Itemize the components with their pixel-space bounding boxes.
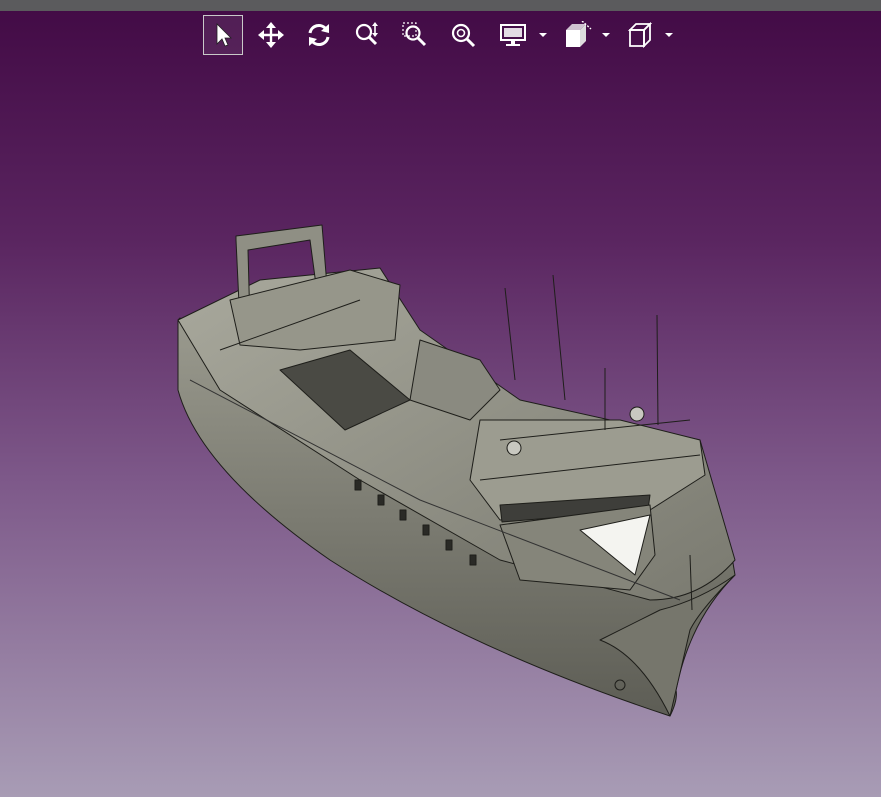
window-top-bar [0,0,881,11]
viewer-toolbar [0,15,881,55]
cube-icon [627,21,653,49]
zoom-icon [355,22,378,46]
pointer-icon [216,23,232,47]
view-cube-button[interactable] [621,15,659,55]
zoom-window-tool-button[interactable] [395,15,435,55]
view-cube-dropdown[interactable] [665,15,677,55]
zoom-fit-icon [451,23,476,48]
move-arrows-icon [258,22,284,48]
section-button[interactable] [558,15,596,55]
section-dropdown[interactable] [602,15,614,55]
zoom-tool-button[interactable] [347,15,387,55]
zoom-fit-tool-button[interactable] [443,15,483,55]
select-tool-button[interactable] [203,15,243,55]
section-icon [566,21,592,47]
display-mode-dropdown[interactable] [539,15,551,55]
chevron-down-icon [539,33,547,37]
3d-viewport[interactable] [0,55,881,797]
chevron-down-icon [665,33,673,37]
chevron-down-icon [602,33,610,37]
monitor-icon [500,24,526,46]
rotate-tool-button[interactable] [299,15,339,55]
pan-tool-button[interactable] [251,15,291,55]
display-mode-button[interactable] [495,15,531,55]
zoom-window-icon [402,22,427,47]
rotate-icon [308,24,330,46]
ship-model[interactable] [0,55,881,797]
